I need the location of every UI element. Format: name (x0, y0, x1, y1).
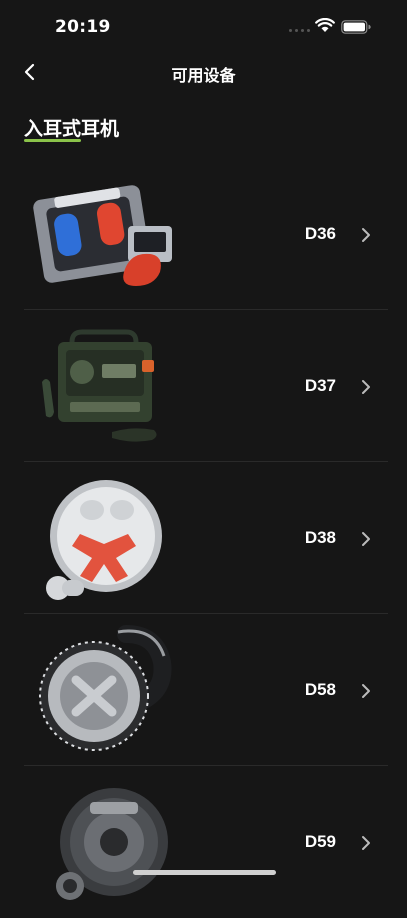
device-item-d36[interactable]: D36 (24, 158, 388, 310)
device-image (46, 480, 162, 600)
status-bar: 20:19 (0, 0, 407, 52)
nav-bar: 可用设备 (0, 52, 407, 92)
section-underline (24, 139, 81, 142)
chevron-right-icon (362, 836, 370, 850)
chevron-right-icon (362, 228, 370, 242)
device-name: D38 (304, 528, 336, 547)
device-name: D36 (304, 224, 336, 243)
wifi-icon (315, 18, 335, 32)
device-image (39, 625, 172, 751)
home-indicator (133, 870, 276, 875)
device-item-d38[interactable]: D38 (24, 462, 388, 614)
device-item-d37[interactable]: D37 (24, 310, 388, 462)
device-list: D36 D37 D38 D58 D59 (24, 158, 388, 918)
device-image (56, 788, 168, 900)
device-name: D59 (304, 832, 336, 851)
device-item-d59[interactable]: D59 (24, 766, 388, 918)
device-item-d58[interactable]: D58 (24, 614, 388, 766)
section-title: 入耳式耳机 (24, 118, 120, 140)
chevron-right-icon (362, 684, 370, 698)
page-title: 可用设备 (171, 66, 236, 85)
status-time: 20:19 (55, 17, 111, 37)
device-image (33, 185, 172, 286)
device-name: D37 (304, 376, 336, 395)
chevron-right-icon (362, 380, 370, 394)
device-name: D58 (304, 680, 336, 699)
battery-icon (341, 20, 371, 34)
device-image (42, 329, 157, 442)
chevron-right-icon (362, 532, 370, 546)
cellular-signal-icon (289, 29, 311, 34)
